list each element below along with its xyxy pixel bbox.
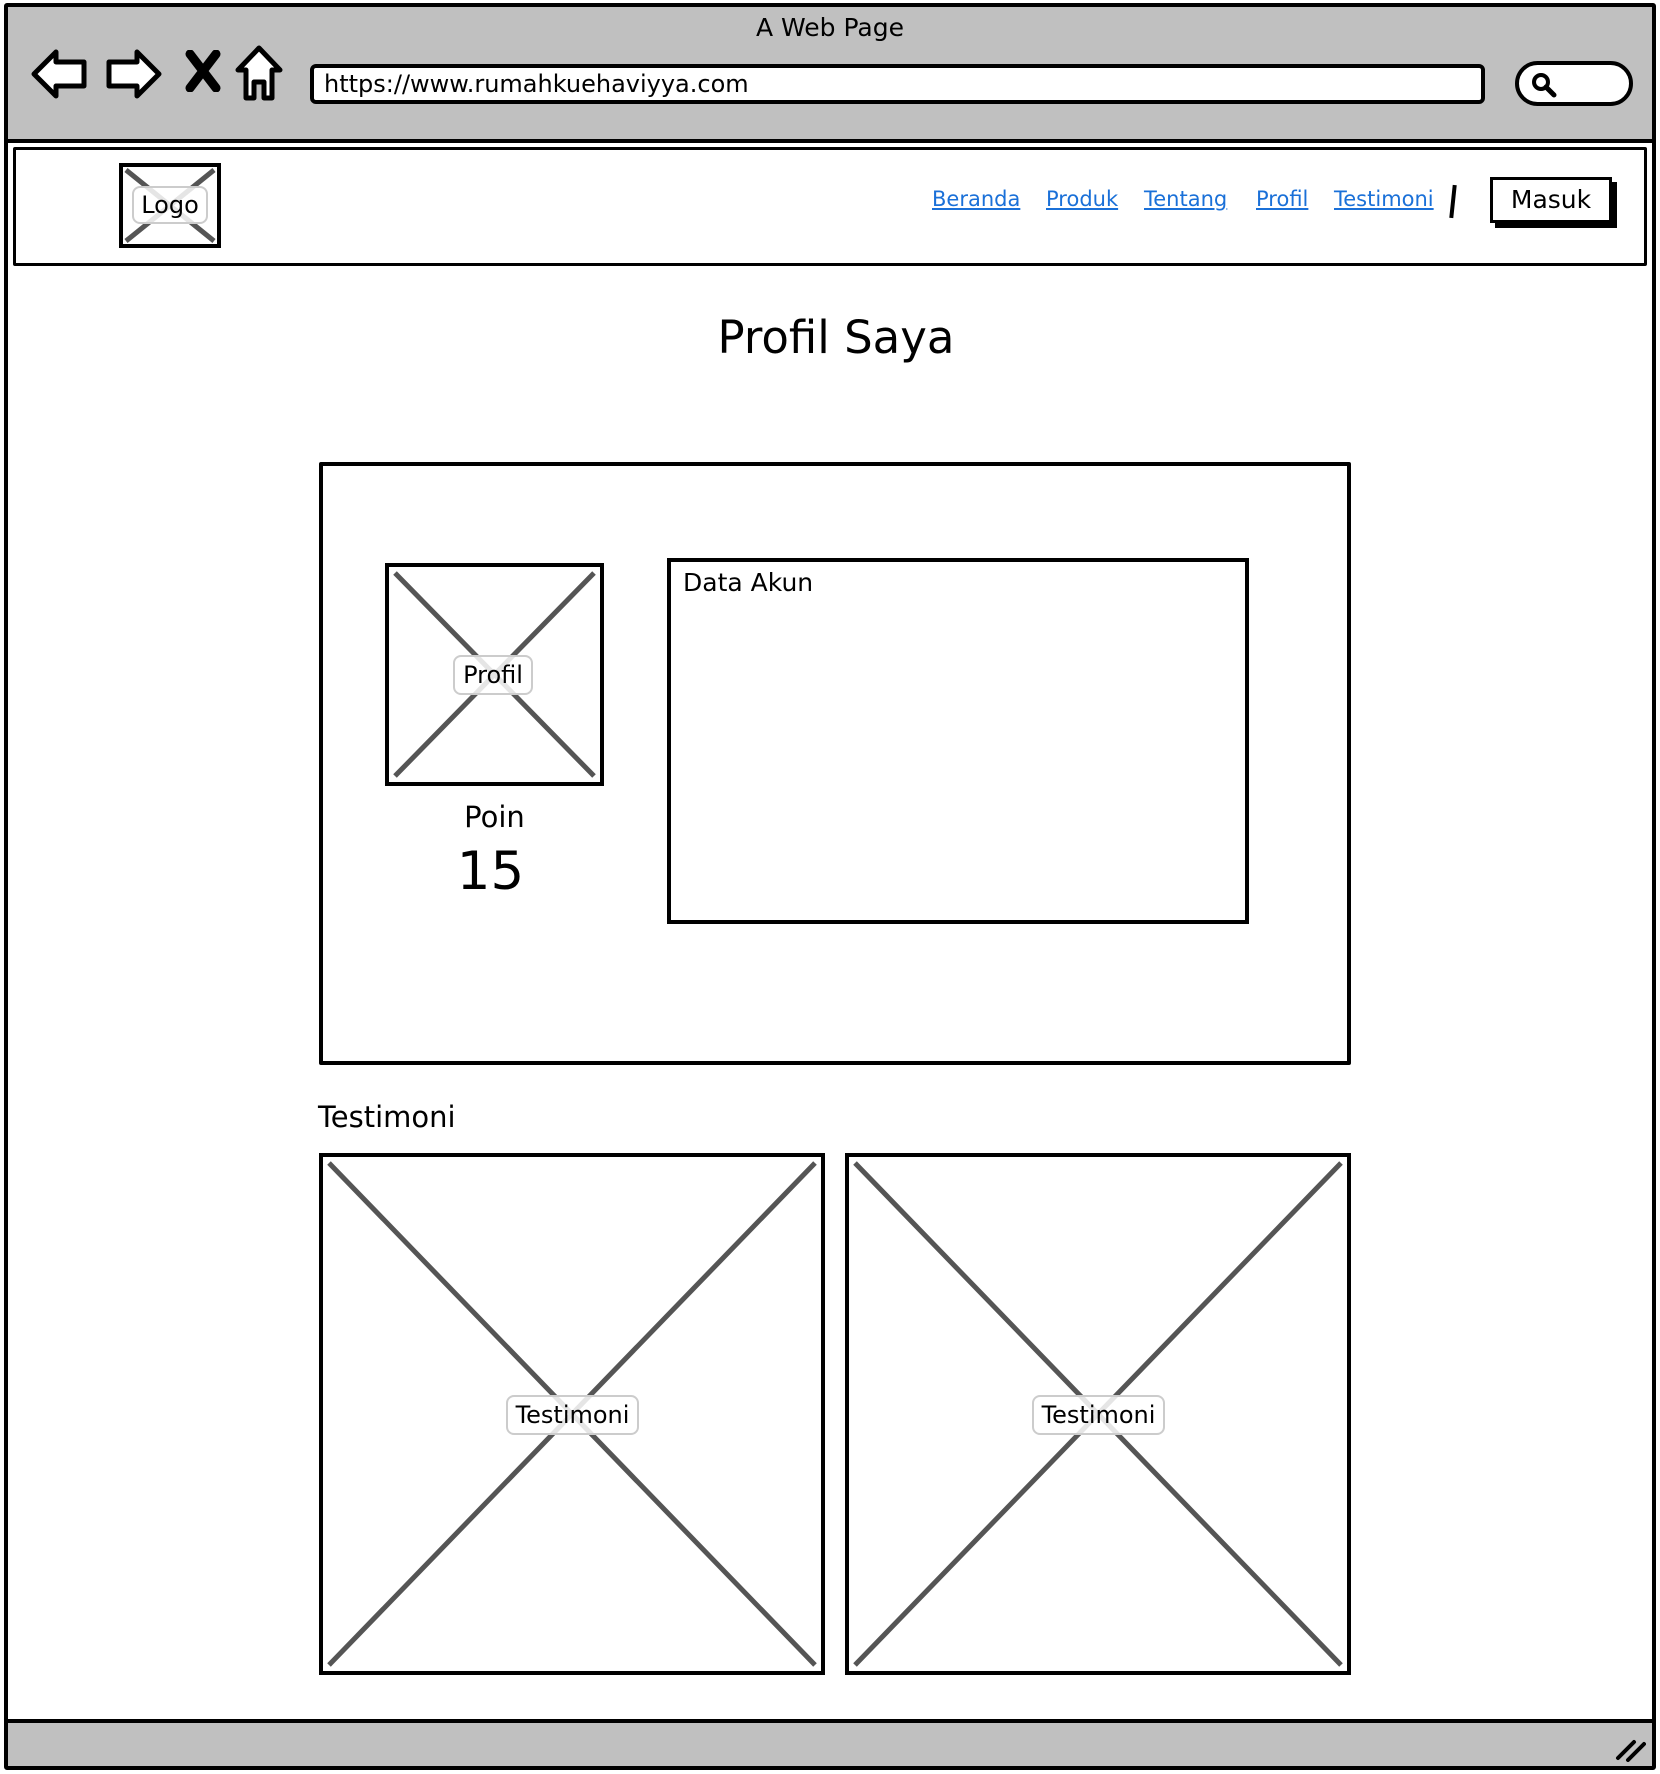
nav-link-testimoni[interactable]: Testimoni [1334,187,1434,211]
login-button[interactable]: Masuk [1490,177,1612,223]
logo-label: Logo [132,186,208,224]
browser-statusbar [8,1719,1652,1766]
testimonial-card[interactable]: Testimoni [319,1153,825,1675]
profile-picture[interactable]: Profil [385,563,604,786]
logo[interactable]: Logo [119,163,221,248]
back-arrow-icon[interactable] [30,44,90,104]
points-label: Poin [464,800,525,834]
nav-link-tentang[interactable]: Tentang [1144,187,1227,211]
nav-link-produk[interactable]: Produk [1046,187,1118,211]
forward-arrow-icon[interactable] [103,44,163,104]
points-value: 15 [456,841,525,902]
home-icon[interactable] [234,44,284,102]
testimonial-label: Testimoni [1032,1395,1165,1435]
nav-link-beranda[interactable]: Beranda [932,187,1020,211]
window-title: A Web Page [755,13,905,42]
browser-search-field[interactable] [1515,61,1633,106]
testimonial-card[interactable]: Testimoni [845,1153,1351,1675]
account-data-panel [667,558,1249,924]
page-title: Profil Saya [717,311,955,364]
testimonial-label: Testimoni [506,1395,639,1435]
search-icon [1532,73,1557,98]
stop-icon[interactable] [184,50,222,92]
url-input[interactable]: https://www.rumahkuehaviyya.com [310,64,1485,104]
nav-link-profil[interactable]: Profil [1256,187,1308,211]
profile-picture-label: Profil [453,655,533,695]
testimonials-heading: Testimoni [318,1100,456,1134]
account-data-label: Data Akun [683,568,814,597]
resize-grip-icon[interactable] [1614,1736,1646,1762]
